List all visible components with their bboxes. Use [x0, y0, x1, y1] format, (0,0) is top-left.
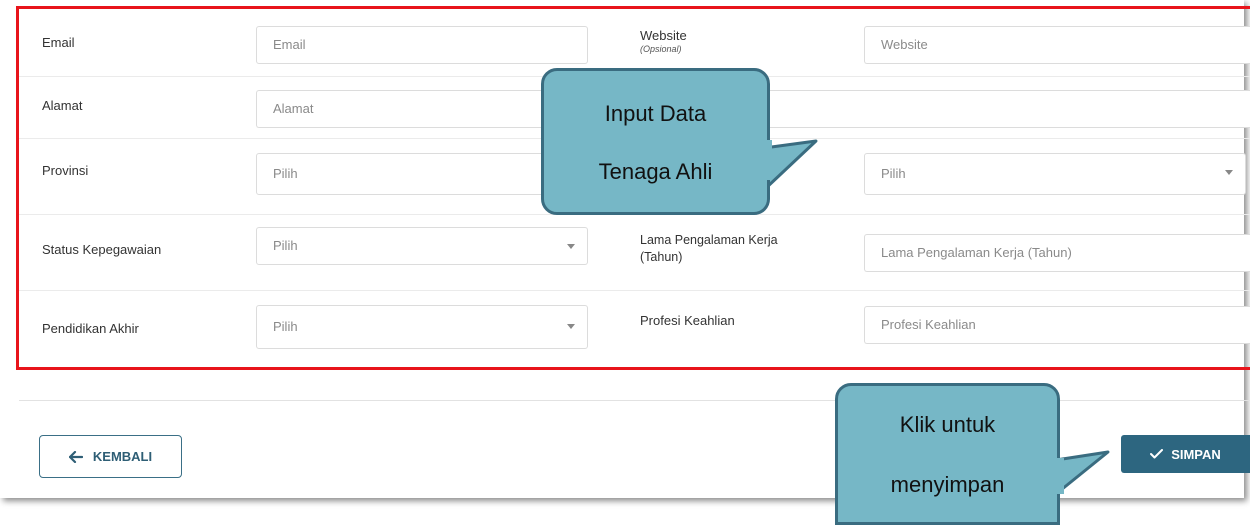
callout-line2: menyimpan [890, 472, 1005, 497]
provinsi-select-value: Pilih [273, 166, 298, 181]
caret-down-icon [567, 244, 575, 249]
kabupaten-select-value: Pilih [881, 166, 906, 181]
check-icon [1150, 449, 1164, 459]
status-kepegawaian-select[interactable]: Pilih [256, 227, 588, 265]
pendidikan-akhir-label: Pendidikan Akhir [42, 321, 139, 336]
website-label-text: Website [640, 28, 687, 43]
email-label: Email [42, 35, 75, 50]
callout-pointer-cover [1050, 458, 1064, 494]
status-kepegawaian-select-value: Pilih [273, 238, 298, 253]
website-label: Website (Opsional) [640, 27, 687, 55]
save-button-label: SIMPAN [1171, 446, 1221, 462]
pendidikan-akhir-select-value: Pilih [273, 319, 298, 334]
pendidikan-akhir-select[interactable]: Pilih [256, 305, 588, 349]
back-button[interactable]: KEMBALI [39, 435, 182, 478]
lama-pengalaman-label-line1: Lama Pengalaman Kerja [640, 233, 778, 247]
profesi-keahlian-field[interactable]: Profesi Keahlian [864, 306, 1250, 344]
row-divider [19, 290, 1250, 291]
save-callout: Klik untuk menyimpan [835, 383, 1060, 525]
lama-pengalaman-label: Lama Pengalaman Kerja (Tahun) [640, 232, 778, 266]
lama-pengalaman-field[interactable]: Lama Pengalaman Kerja (Tahun) [864, 234, 1250, 272]
caret-down-icon [567, 324, 575, 329]
input-data-callout: Input Data Tenaga Ahli [541, 68, 770, 215]
arrow-left-icon [68, 450, 83, 463]
back-button-label: KEMBALI [92, 449, 153, 464]
provinsi-label: Provinsi [42, 163, 89, 178]
callout-line2: Tenaga Ahli [598, 159, 713, 184]
callout-line1: Klik untuk [899, 412, 996, 437]
caret-down-icon [1225, 170, 1233, 175]
lama-pengalaman-label-line2: (Tahun) [640, 250, 683, 264]
website-optional-note: (Opsional) [640, 44, 682, 54]
provinsi-select[interactable]: Pilih [256, 153, 588, 195]
callout-pointer-cover [758, 140, 772, 180]
footer-divider [19, 400, 1250, 401]
save-button[interactable]: SIMPAN [1121, 435, 1250, 473]
kabupaten-select[interactable]: Pilih [864, 153, 1246, 195]
callout-line1: Input Data [604, 101, 707, 126]
alamat-label: Alamat [42, 98, 83, 113]
status-kepegawaian-label: Status Kepegawaian [42, 242, 162, 257]
email-field[interactable]: Email [256, 26, 588, 64]
website-field[interactable]: Website [864, 26, 1250, 64]
profesi-keahlian-label: Profesi Keahlian [640, 313, 735, 328]
